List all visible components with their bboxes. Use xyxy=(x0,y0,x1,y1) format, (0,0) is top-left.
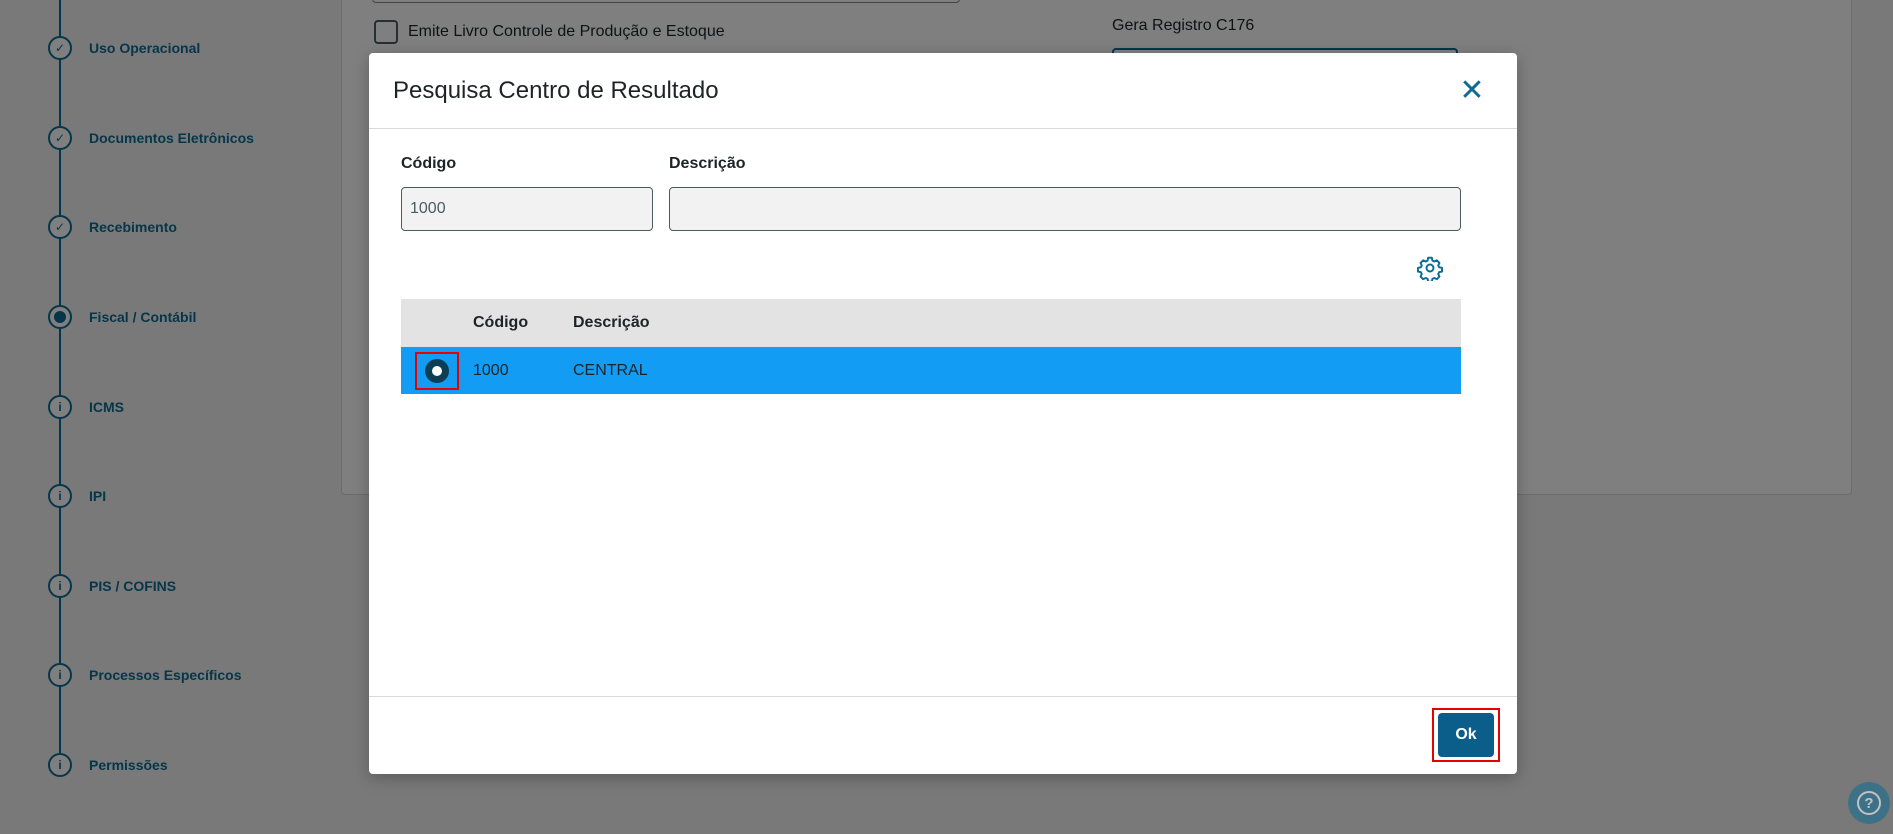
modal-title: Pesquisa Centro de Resultado xyxy=(393,77,719,104)
ok-button[interactable]: Ok xyxy=(1438,713,1494,757)
close-icon[interactable]: ✕ xyxy=(1458,76,1486,106)
codigo-label: Código xyxy=(401,155,457,172)
codigo-input[interactable] xyxy=(401,187,653,231)
descricao-label: Descrição xyxy=(669,155,746,172)
column-header-codigo[interactable]: Código xyxy=(473,314,573,332)
row-radio[interactable] xyxy=(425,358,449,383)
row-codigo: 1000 xyxy=(473,361,509,379)
table-row[interactable]: 1000 CENTRAL xyxy=(401,347,1461,394)
table-header: Código Descrição xyxy=(401,299,1461,347)
ok-highlight: Ok xyxy=(1432,708,1500,762)
help-button[interactable]: ? xyxy=(1848,782,1890,824)
modal-footer: Ok xyxy=(369,696,1517,774)
radio-highlight xyxy=(415,351,459,390)
question-icon: ? xyxy=(1857,791,1881,815)
results-table: Código Descrição 1000 CENTRAL xyxy=(401,299,1461,394)
select-column-header xyxy=(401,299,473,347)
column-header-descricao[interactable]: Descrição xyxy=(573,314,1461,332)
modal-header: Pesquisa Centro de Resultado ✕ xyxy=(369,53,1517,129)
descricao-input[interactable] xyxy=(669,187,1461,231)
row-select-cell[interactable] xyxy=(401,347,473,394)
row-descricao: CENTRAL xyxy=(573,361,648,379)
pesquisa-modal: Pesquisa Centro de Resultado ✕ Código De… xyxy=(369,53,1517,774)
gear-icon[interactable] xyxy=(1417,255,1443,281)
